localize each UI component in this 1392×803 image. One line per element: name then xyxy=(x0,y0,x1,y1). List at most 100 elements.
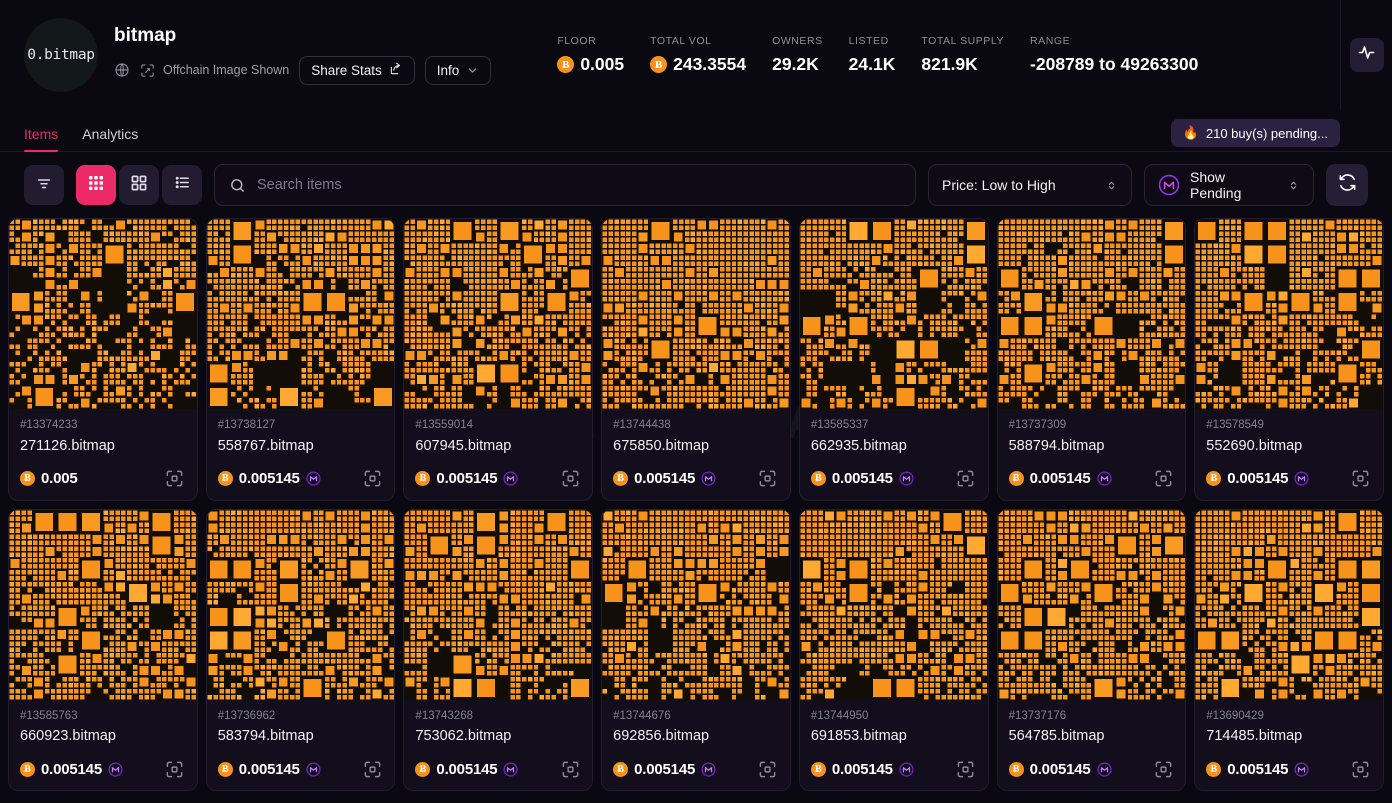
item-name: 662935.bitmap xyxy=(811,437,977,457)
pending-filter-select[interactable]: Show Pending xyxy=(1144,164,1314,206)
item-name: 753062.bitmap xyxy=(415,727,581,747)
activity-pulse-icon xyxy=(1357,43,1376,67)
item-expand-icon[interactable] xyxy=(164,468,186,490)
avatar-label: 0.bitmap xyxy=(27,47,94,63)
info-label: Info xyxy=(437,63,460,78)
view-list-button[interactable] xyxy=(162,165,202,205)
pending-filter-value: Show Pending xyxy=(1190,169,1277,201)
globe-icon[interactable] xyxy=(114,62,130,78)
item-expand-icon[interactable] xyxy=(757,758,779,780)
bitcoin-icon: Ƀ xyxy=(20,471,35,486)
item-expand-icon[interactable] xyxy=(1152,758,1174,780)
item-expand-icon[interactable] xyxy=(361,758,383,780)
item-card[interactable]: #13737309588794.bitmapɃ0.005145 xyxy=(997,218,1187,501)
item-expand-icon[interactable] xyxy=(757,468,779,490)
bitcoin-icon: Ƀ xyxy=(613,471,628,486)
chevron-updown-icon xyxy=(1105,179,1118,192)
collection-header: 0.bitmap bitmap Offchain Image Shown Sha… xyxy=(0,0,1392,110)
item-thumbnail[interactable] xyxy=(602,219,790,409)
item-thumbnail[interactable] xyxy=(998,510,1186,700)
item-inscription-id: #13738127 xyxy=(218,418,384,433)
item-card[interactable]: #13744676692856.bitmapɃ0.005145 xyxy=(601,509,791,792)
stat-total-vol: TOTAL VOLɃ243.3554 xyxy=(650,35,772,75)
stat-value: 29.2K xyxy=(772,54,823,75)
item-inscription-id: #13578549 xyxy=(1206,418,1372,433)
item-thumbnail[interactable] xyxy=(1195,219,1383,409)
stat-number: 0.005 xyxy=(580,54,624,75)
item-expand-icon[interactable] xyxy=(164,758,186,780)
sort-select[interactable]: Price: Low to High xyxy=(928,164,1132,206)
magic-eden-icon xyxy=(1294,471,1309,486)
item-expand-icon[interactable] xyxy=(955,468,977,490)
item-price: 0.005145 xyxy=(832,470,893,487)
collection-title-block: bitmap Offchain Image Shown Share Stats … xyxy=(114,25,491,85)
item-thumbnail[interactable] xyxy=(9,219,197,409)
magic-eden-icon xyxy=(701,471,716,486)
item-thumbnail[interactable] xyxy=(404,219,592,409)
stat-value: 821.9K xyxy=(921,54,1004,75)
item-expand-icon[interactable] xyxy=(1350,758,1372,780)
item-card-body: #13738127558767.bitmapɃ0.005145 xyxy=(207,409,395,500)
item-expand-icon[interactable] xyxy=(361,468,383,490)
view-grid-large-button[interactable] xyxy=(119,165,159,205)
item-card[interactable]: #13585763660923.bitmapɃ0.005145 xyxy=(8,509,198,792)
item-card[interactable]: #13738127558767.bitmapɃ0.005145 xyxy=(206,218,396,501)
item-thumbnail[interactable] xyxy=(1195,510,1383,700)
bitcoin-icon: Ƀ xyxy=(1009,762,1024,777)
item-thumbnail[interactable] xyxy=(800,510,988,700)
item-thumbnail[interactable] xyxy=(602,510,790,700)
pending-buys-toast[interactable]: 🔥 210 buy(s) pending... xyxy=(1171,119,1340,147)
view-grid-small-button[interactable] xyxy=(76,165,116,205)
activity-rail-button[interactable] xyxy=(1350,38,1384,72)
info-button[interactable]: Info xyxy=(425,56,492,85)
search-box[interactable] xyxy=(214,164,916,206)
item-thumbnail[interactable] xyxy=(9,510,197,700)
item-thumbnail[interactable] xyxy=(800,219,988,409)
item-card[interactable]: #13737176564785.bitmapɃ0.005145 xyxy=(997,509,1187,792)
tabbar: Items Analytics 🔥 210 buy(s) pending... xyxy=(0,110,1392,152)
item-card[interactable]: #13744438675850.bitmapɃ0.005145 xyxy=(601,218,791,501)
bitcoin-icon: Ƀ xyxy=(20,762,35,777)
item-thumbnail[interactable] xyxy=(207,510,395,700)
tab-items[interactable]: Items xyxy=(24,126,58,151)
item-inscription-id: #13737176 xyxy=(1009,709,1175,724)
item-card[interactable]: #13744950691853.bitmapɃ0.005145 xyxy=(799,509,989,792)
item-inscription-id: #13737309 xyxy=(1009,418,1175,433)
item-expand-icon[interactable] xyxy=(1152,468,1174,490)
tab-analytics[interactable]: Analytics xyxy=(82,126,138,151)
item-card[interactable]: #13690429714485.bitmapɃ0.005145 xyxy=(1194,509,1384,792)
item-expand-icon[interactable] xyxy=(1350,468,1372,490)
item-price-row: Ƀ0.005145 xyxy=(218,468,384,490)
stat-total-supply: TOTAL SUPPLY821.9K xyxy=(921,35,1030,75)
search-input[interactable] xyxy=(257,177,901,193)
bitcoin-icon: Ƀ xyxy=(650,56,667,73)
offchain-image-label: Offchain Image Shown xyxy=(163,63,289,77)
share-stats-button[interactable]: Share Stats xyxy=(299,56,415,85)
item-inscription-id: #13585337 xyxy=(811,418,977,433)
item-name: 564785.bitmap xyxy=(1009,727,1175,747)
refresh-button[interactable] xyxy=(1326,164,1368,206)
item-card[interactable]: #13585337662935.bitmapɃ0.005145 xyxy=(799,218,989,501)
items-grid: #13374233271126.bitmapɃ0.005#13738127558… xyxy=(0,218,1392,791)
filter-toggle-button[interactable] xyxy=(24,165,64,205)
item-expand-icon[interactable] xyxy=(955,758,977,780)
item-thumbnail[interactable] xyxy=(207,219,395,409)
item-card[interactable]: #13736962583794.bitmapɃ0.005145 xyxy=(206,509,396,792)
item-inscription-id: #13585763 xyxy=(20,709,186,724)
view-mode-group xyxy=(76,165,202,205)
stat-number: -208789 to 49263300 xyxy=(1030,54,1198,75)
item-card[interactable]: #13578549552690.bitmapɃ0.005145 xyxy=(1194,218,1384,501)
item-price: 0.005145 xyxy=(634,761,695,778)
item-thumbnail[interactable] xyxy=(998,219,1186,409)
stat-label: FLOOR xyxy=(557,35,624,47)
item-thumbnail[interactable] xyxy=(404,510,592,700)
item-card[interactable]: #13743268753062.bitmapɃ0.005145 xyxy=(403,509,593,792)
item-inscription-id: #13559014 xyxy=(415,418,581,433)
item-expand-icon[interactable] xyxy=(559,758,581,780)
magic-eden-icon xyxy=(503,471,518,486)
item-expand-icon[interactable] xyxy=(559,468,581,490)
item-card[interactable]: #13559014607945.bitmapɃ0.005145 xyxy=(403,218,593,501)
item-price: 0.005145 xyxy=(239,470,300,487)
item-price: 0.005145 xyxy=(436,761,497,778)
item-card[interactable]: #13374233271126.bitmapɃ0.005 xyxy=(8,218,198,501)
